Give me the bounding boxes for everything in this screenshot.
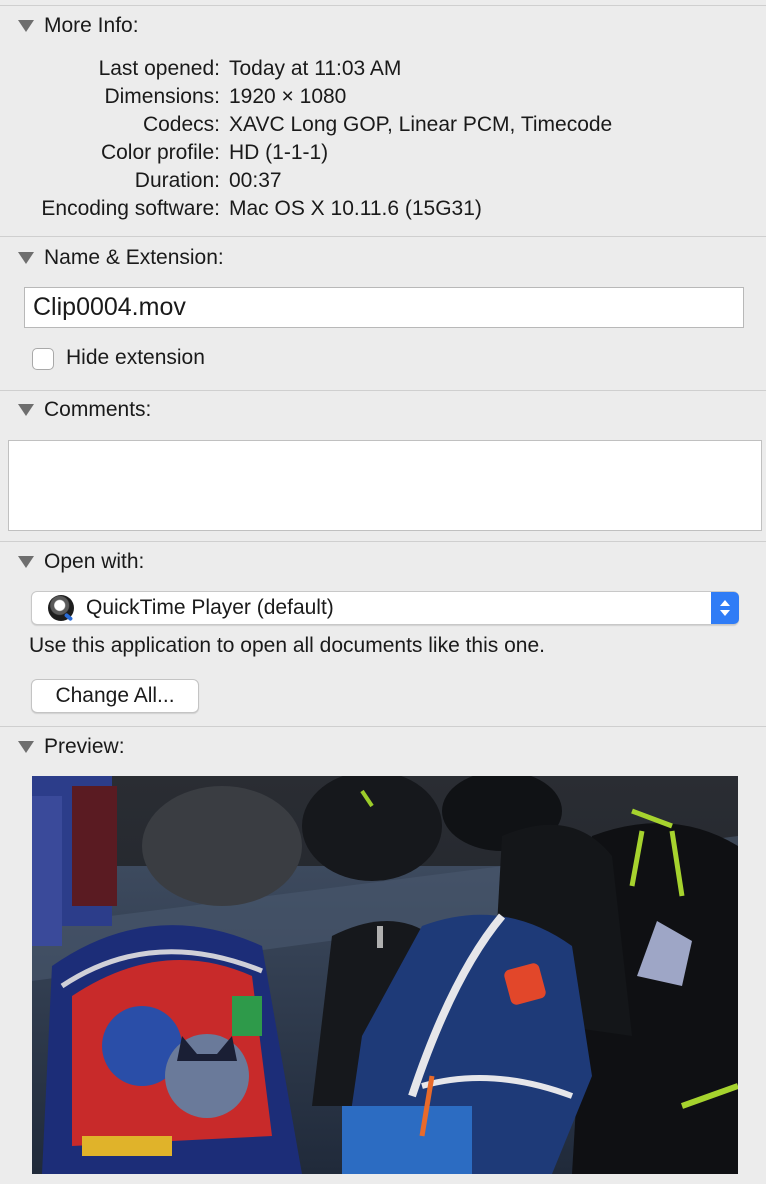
info-row-dimensions: Dimensions: 1920 × 1080 xyxy=(0,83,766,111)
chevron-down-icon xyxy=(720,610,730,616)
info-key: Duration: xyxy=(134,169,220,192)
preview-video-frame xyxy=(32,776,738,1174)
info-row-codecs: Codecs: XAVC Long GOP, Linear PCM, Timec… xyxy=(0,111,766,139)
info-row-color-profile: Color profile: HD (1-1-1) xyxy=(0,139,766,167)
info-key: Last opened: xyxy=(98,57,220,80)
info-value: HD (1-1-1) xyxy=(229,141,329,164)
divider xyxy=(0,390,766,391)
comments-textarea[interactable] xyxy=(8,440,762,531)
preview-header[interactable]: Preview: xyxy=(18,733,125,761)
divider xyxy=(0,236,766,237)
open-with-help-text: Use this application to open all documen… xyxy=(29,634,545,657)
info-key: Color profile: xyxy=(100,141,220,164)
disclosure-triangle-icon[interactable] xyxy=(18,20,34,32)
change-all-button[interactable]: Change All... xyxy=(31,679,199,713)
disclosure-triangle-icon[interactable] xyxy=(18,252,34,264)
open-with-title: Open with: xyxy=(44,550,145,573)
divider xyxy=(0,726,766,727)
info-row-duration: Duration: 00:37 xyxy=(0,167,766,195)
popup-stepper-icon[interactable] xyxy=(711,592,739,624)
info-key: Dimensions: xyxy=(104,85,220,108)
filename-field[interactable] xyxy=(24,287,744,328)
hide-extension-label[interactable]: Hide extension xyxy=(66,346,205,370)
preview-title: Preview: xyxy=(44,735,125,758)
chevron-up-icon xyxy=(720,600,730,606)
info-value: 00:37 xyxy=(229,169,282,192)
info-row-last-opened: Last opened: Today at 11:03 AM xyxy=(0,55,766,83)
comments-title: Comments: xyxy=(44,398,152,421)
name-extension-title: Name & Extension: xyxy=(44,246,224,269)
info-key: Codecs: xyxy=(142,113,220,136)
info-value: Today at 11:03 AM xyxy=(229,57,402,80)
more-info-title: More Info: xyxy=(44,14,139,37)
comments-header[interactable]: Comments: xyxy=(18,396,151,424)
more-info-header[interactable]: More Info: xyxy=(18,12,139,40)
info-key: Encoding software: xyxy=(41,197,220,220)
open-with-popup[interactable]: QuickTime Player (default) xyxy=(31,591,739,625)
quicktime-icon xyxy=(48,595,74,621)
preview-image xyxy=(32,776,738,1174)
disclosure-triangle-icon[interactable] xyxy=(18,404,34,416)
more-info-table: Last opened: Today at 11:03 AM Dimension… xyxy=(0,55,766,223)
info-value: Mac OS X 10.11.6 (15G31) xyxy=(229,197,482,220)
info-row-encoding-software: Encoding software: Mac OS X 10.11.6 (15G… xyxy=(0,195,766,223)
open-with-header[interactable]: Open with: xyxy=(18,548,144,576)
disclosure-triangle-icon[interactable] xyxy=(18,556,34,568)
info-value: XAVC Long GOP, Linear PCM, Timecode xyxy=(229,113,613,136)
name-extension-header[interactable]: Name & Extension: xyxy=(18,244,224,272)
divider xyxy=(0,541,766,542)
hide-extension-checkbox[interactable] xyxy=(32,348,54,370)
info-value: 1920 × 1080 xyxy=(229,85,347,108)
disclosure-triangle-icon[interactable] xyxy=(18,741,34,753)
top-divider xyxy=(0,5,766,6)
open-with-app-label: QuickTime Player (default) xyxy=(86,596,334,619)
